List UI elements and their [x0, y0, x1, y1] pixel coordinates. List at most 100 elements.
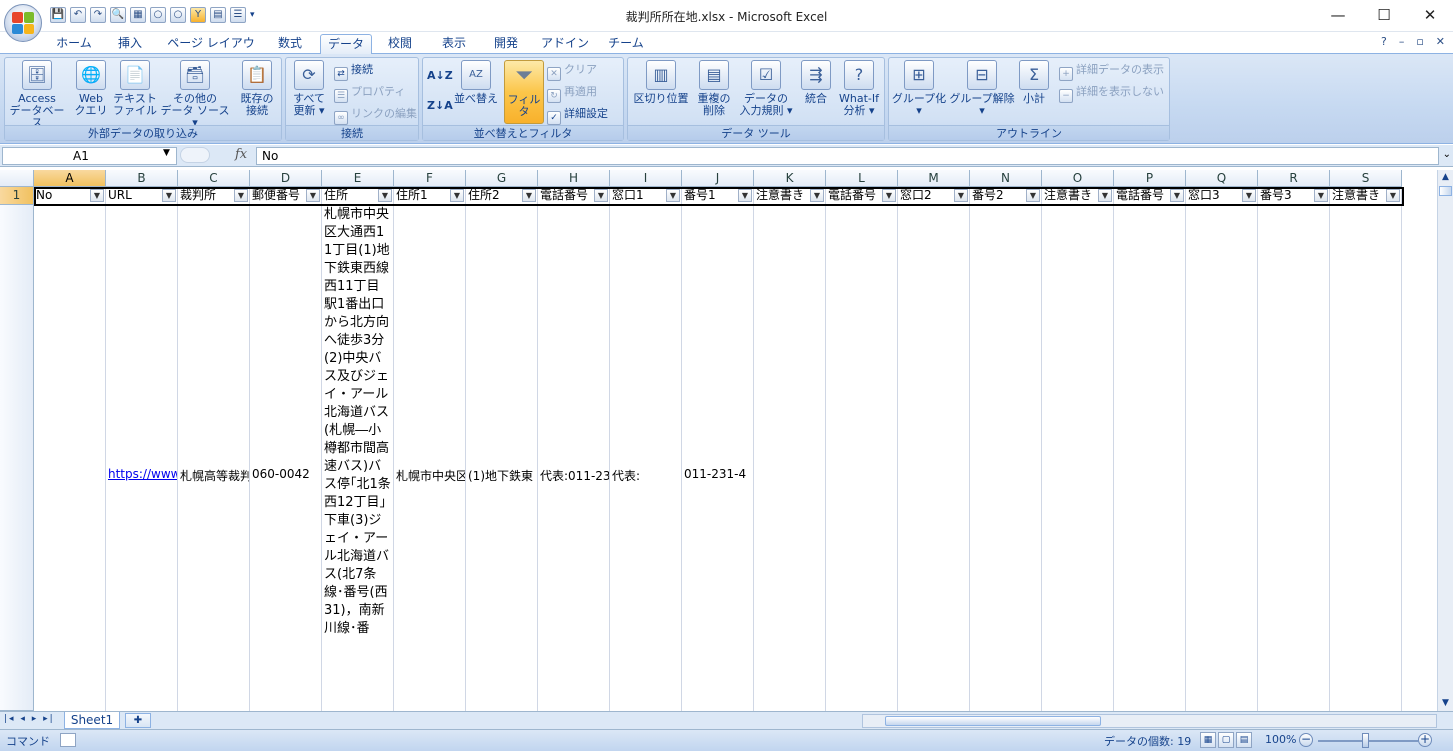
column-header-O[interactable]: O — [1042, 170, 1114, 187]
filter-button[interactable]: ⏷ フィルタ — [504, 60, 544, 124]
filter-dropdown-icon[interactable]: ▼ — [378, 189, 392, 202]
sort-button[interactable]: AZ 並べ替え — [453, 60, 499, 105]
text-file-button[interactable]: 📄 テキスト ファイル — [113, 60, 157, 117]
tab-view[interactable]: 表示 — [432, 34, 476, 54]
header-cell-J[interactable]: 番号1 ▼ — [682, 187, 754, 205]
column-header-R[interactable]: R — [1258, 170, 1330, 187]
filter-dropdown-icon[interactable]: ▼ — [594, 189, 608, 202]
cell-M2[interactable] — [898, 205, 970, 711]
header-cell-C[interactable]: 裁判所 ▼ — [178, 187, 250, 205]
header-cell-P[interactable]: 電話番号 ▼ — [1114, 187, 1186, 205]
cell-B2[interactable]: https://www.courts.go.jp — [106, 205, 178, 711]
header-cell-S[interactable]: 注意書き ▼ — [1330, 187, 1402, 205]
subtotal-button[interactable]: Σ 小計 — [1017, 60, 1051, 105]
tab-home[interactable]: ホーム — [52, 34, 96, 54]
properties-button[interactable]: ☰ プロパティ — [334, 84, 405, 103]
cell-P2[interactable] — [1114, 205, 1186, 711]
filter-dropdown-icon[interactable]: ▼ — [738, 189, 752, 202]
column-header-S[interactable]: S — [1330, 170, 1402, 187]
cell-D2[interactable]: 060-0042 — [250, 205, 322, 711]
ribbon-restore-icon[interactable]: ▫ — [1416, 35, 1423, 48]
group-button[interactable]: ⊞ グループ化 ▾ — [891, 60, 947, 117]
data-validation-button[interactable]: ☑ データの 入力規則 ▾ — [736, 60, 796, 117]
tab-formulas[interactable]: 数式 — [268, 34, 312, 54]
filter-dropdown-icon[interactable]: ▼ — [522, 189, 536, 202]
cell-H2[interactable]: 代表:011-231 — [538, 205, 610, 711]
column-header-Q[interactable]: Q — [1186, 170, 1258, 187]
minimize-button[interactable]: — — [1315, 0, 1361, 30]
filter-dropdown-icon[interactable]: ▼ — [1242, 189, 1256, 202]
header-cell-O[interactable]: 注意書き ▼ — [1042, 187, 1114, 205]
tab-data[interactable]: データ — [320, 34, 372, 54]
insert-sheet-icon[interactable]: ✚ — [125, 713, 151, 728]
scroll-up-icon[interactable]: ▲ — [1438, 170, 1453, 185]
cell-F2[interactable]: 札幌市中央区 — [394, 205, 466, 711]
header-cell-B[interactable]: URL ▼ — [106, 187, 178, 205]
column-header-D[interactable]: D — [250, 170, 322, 187]
sheet-navigation-icon[interactable]: |◂ ◂ ▸ ▸| — [4, 714, 55, 724]
tab-insert[interactable]: 挿入 — [108, 34, 152, 54]
header-cell-M[interactable]: 窓口2 ▼ — [898, 187, 970, 205]
cell-C2[interactable]: 札幌高等裁判所 — [178, 205, 250, 711]
select-all-corner[interactable] — [0, 170, 34, 187]
cell-J2[interactable]: 011-231-4 — [682, 205, 754, 711]
maximize-button[interactable]: ☐ — [1361, 0, 1407, 30]
what-if-button[interactable]: ? What-If 分析 ▾ — [836, 60, 882, 117]
clear-button[interactable]: ✕ クリア — [547, 62, 597, 81]
filter-dropdown-icon[interactable]: ▼ — [1386, 189, 1400, 202]
web-query-button[interactable]: 🌐 Web クエリ — [71, 60, 111, 117]
cell-G2[interactable]: (1)地下鉄東 — [466, 205, 538, 711]
filter-dropdown-icon[interactable]: ▼ — [162, 189, 176, 202]
tab-team[interactable]: チーム — [602, 34, 650, 54]
cell-K2[interactable] — [754, 205, 826, 711]
text-to-columns-button[interactable]: ▥ 区切り位置 — [630, 60, 692, 105]
page-break-view-icon[interactable]: ▤ — [1236, 732, 1252, 748]
filter-dropdown-icon[interactable]: ▼ — [234, 189, 248, 202]
consolidate-button[interactable]: ⇶ 統合 — [798, 60, 834, 105]
filter-dropdown-icon[interactable]: ▼ — [1026, 189, 1040, 202]
existing-connections-button[interactable]: 📋 既存の 接続 — [235, 60, 279, 117]
normal-view-icon[interactable]: ▦ — [1200, 732, 1216, 748]
header-cell-D[interactable]: 郵便番号 ▼ — [250, 187, 322, 205]
header-cell-G[interactable]: 住所2 ▼ — [466, 187, 538, 205]
formula-input[interactable]: No — [256, 147, 1439, 165]
spreadsheet-grid[interactable]: ABCDEFGHIJKLMNOPQRS 1 No ▼ URL ▼ 裁判所 ▼ 郵便番号 ▼ 住所… — [0, 170, 1437, 711]
scroll-down-icon[interactable]: ▼ — [1438, 696, 1453, 711]
column-header-I[interactable]: I — [610, 170, 682, 187]
filter-dropdown-icon[interactable]: ▼ — [666, 189, 680, 202]
header-cell-N[interactable]: 番号2 ▼ — [970, 187, 1042, 205]
name-box[interactable]: A1 — [2, 147, 177, 165]
filter-dropdown-icon[interactable]: ▼ — [1170, 189, 1184, 202]
tab-review[interactable]: 校閲 — [380, 34, 420, 54]
column-header-E[interactable]: E — [322, 170, 394, 187]
formula-expand-icon[interactable]: ⌄ — [1443, 149, 1451, 160]
header-cell-R[interactable]: 番号3 ▼ — [1258, 187, 1330, 205]
sort-az-button[interactable]: A↓Z — [427, 68, 453, 84]
macro-record-icon[interactable] — [60, 733, 76, 747]
page-layout-view-icon[interactable]: ▢ — [1218, 732, 1234, 748]
name-box-dropdown-icon[interactable]: ▼ — [163, 148, 170, 158]
zoom-in-icon[interactable]: + — [1418, 733, 1432, 747]
ribbon-minimize-icon[interactable]: – — [1399, 35, 1405, 48]
header-cell-I[interactable]: 窓口1 ▼ — [610, 187, 682, 205]
sheet-tab-sheet1[interactable]: Sheet1 — [64, 712, 120, 729]
ribbon-close-icon[interactable]: ✕ — [1436, 35, 1445, 48]
cell-E2[interactable]: 札幌市中央区大通西11丁目(1)地下鉄東西線西11丁目駅1番出口から北方向へ徒歩… — [322, 205, 394, 711]
header-cell-K[interactable]: 注意書き ▼ — [754, 187, 826, 205]
row-header-1[interactable]: 1 — [0, 187, 34, 205]
header-cell-H[interactable]: 電話番号 ▼ — [538, 187, 610, 205]
horizontal-scrollbar[interactable] — [862, 714, 1437, 728]
connections-button[interactable]: ⇄ 接続 — [334, 62, 373, 81]
filter-dropdown-icon[interactable]: ▼ — [810, 189, 824, 202]
refresh-all-button[interactable]: ⟳ すべて 更新 ▾ — [289, 60, 329, 117]
zoom-slider-thumb[interactable] — [1362, 733, 1369, 748]
zoom-level[interactable]: 100% — [1265, 733, 1296, 746]
cell-O2[interactable] — [1042, 205, 1114, 711]
horizontal-scroll-thumb[interactable] — [885, 716, 1101, 726]
office-button[interactable] — [4, 4, 42, 42]
column-header-G[interactable]: G — [466, 170, 538, 187]
zoom-out-icon[interactable]: − — [1299, 733, 1313, 747]
access-button[interactable]: 🗄 Access データベース — [7, 60, 67, 129]
insert-function-icon[interactable]: fx — [235, 147, 247, 162]
cell-L2[interactable] — [826, 205, 898, 711]
